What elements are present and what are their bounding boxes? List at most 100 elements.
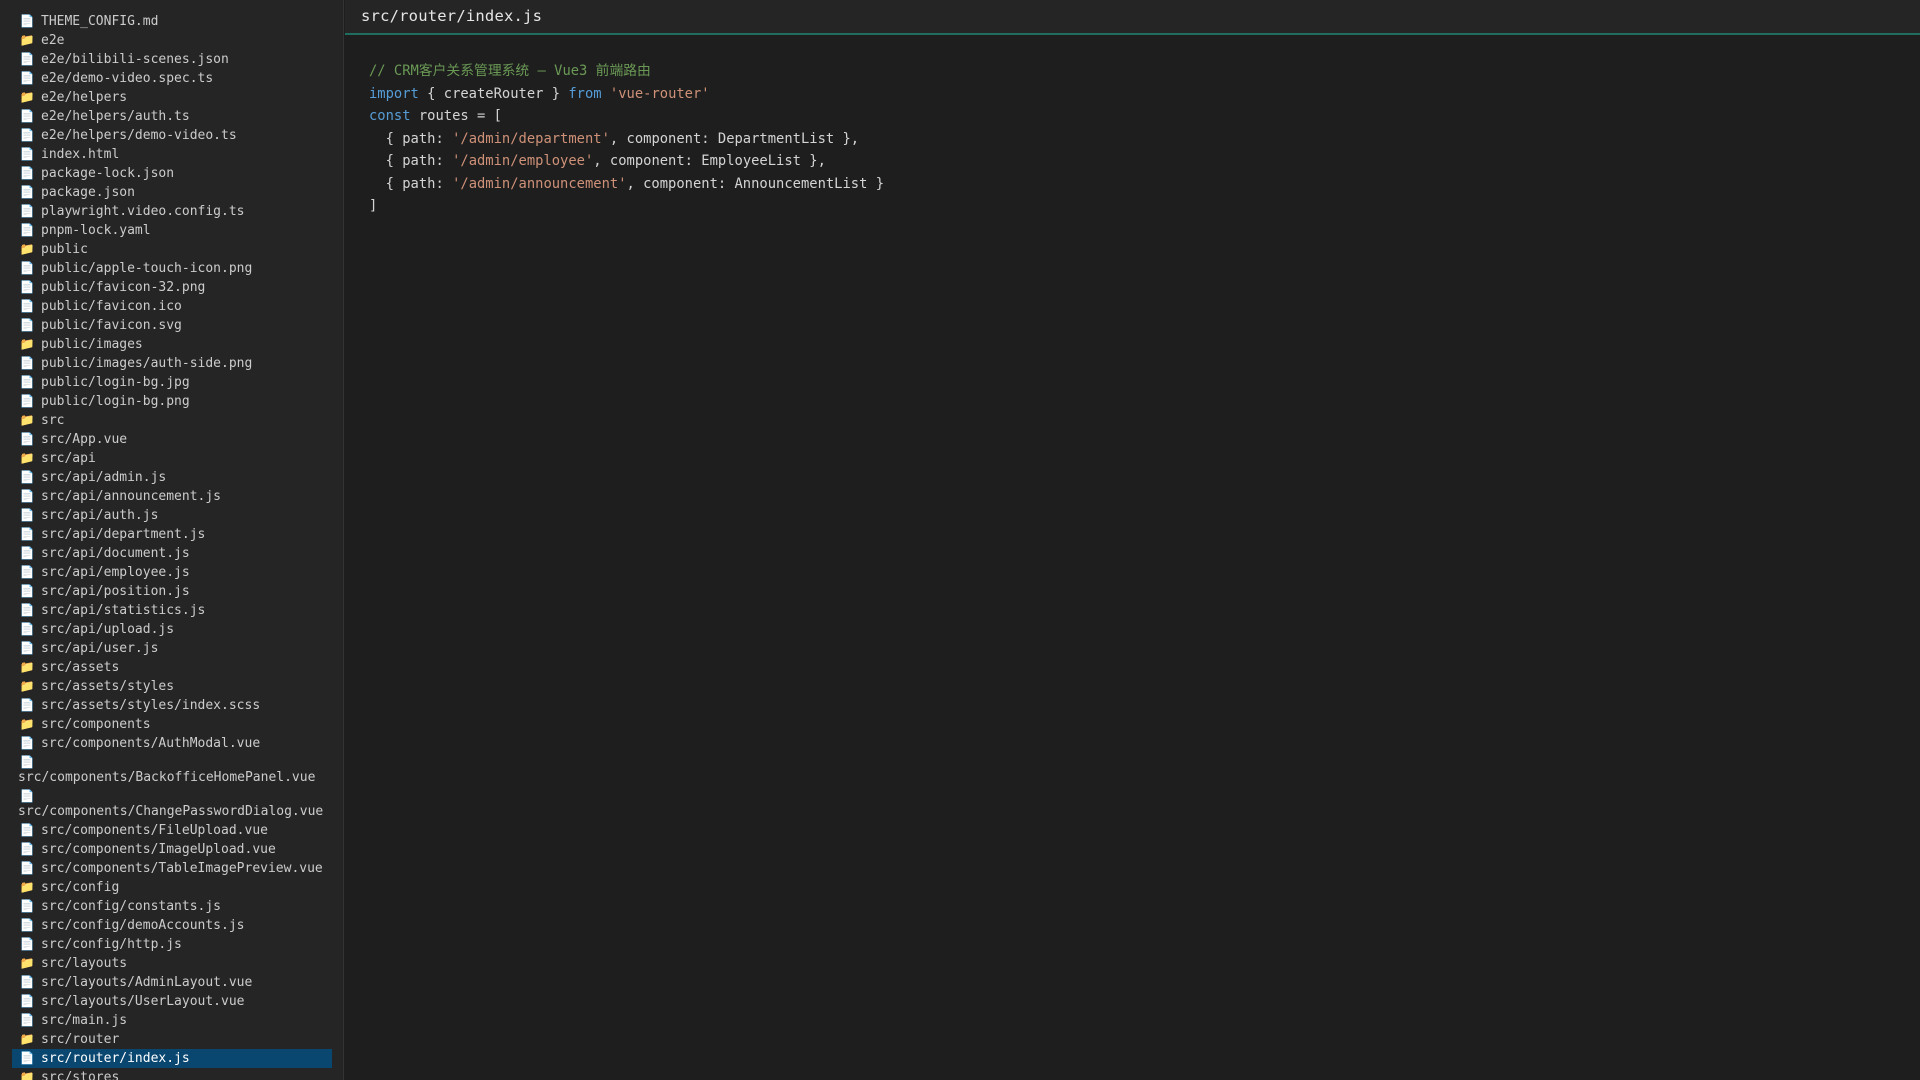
sidebar-file-item[interactable]: 📄 public/favicon-32.png bbox=[12, 278, 332, 297]
sidebar-item-label: src/layouts/AdminLayout.vue bbox=[41, 974, 253, 990]
file-icon: 📄 bbox=[19, 488, 35, 503]
sidebar-item-label: e2e/demo-video.spec.ts bbox=[41, 70, 214, 86]
file-icon: 📄 bbox=[19, 70, 35, 85]
code-token-keyword: import bbox=[369, 85, 419, 102]
sidebar-file-item[interactable]: 📄 package.json bbox=[12, 183, 332, 202]
sidebar-file-item[interactable]: 📄 public/favicon.svg bbox=[12, 316, 332, 335]
sidebar-folder-item[interactable]: 📁 src/api bbox=[12, 449, 332, 468]
sidebar-file-item[interactable]: 📄 src/config/http.js bbox=[12, 935, 332, 954]
sidebar-file-item[interactable]: 📄 public/apple-touch-icon.png bbox=[12, 259, 332, 278]
sidebar-item-label: src/layouts/UserLayout.vue bbox=[41, 993, 245, 1009]
sidebar-file-item[interactable]: 📄 package-lock.json bbox=[12, 164, 332, 183]
sidebar-item-label: src/config/demoAccounts.js bbox=[41, 917, 245, 933]
sidebar-folder-item[interactable]: 📁 src/router bbox=[12, 1030, 332, 1049]
file-icon: 📄 bbox=[19, 469, 35, 484]
sidebar-file-item[interactable]: 📄 src/config/constants.js bbox=[12, 897, 332, 916]
sidebar-file-item[interactable]: 📄 src/api/document.js bbox=[12, 544, 332, 563]
sidebar-item-label: e2e/bilibili-scenes.json bbox=[41, 51, 229, 67]
sidebar-folder-item[interactable]: 📁 src bbox=[12, 411, 332, 430]
sidebar-folder-item[interactable]: 📁 src/layouts bbox=[12, 954, 332, 973]
sidebar-item-label: e2e bbox=[41, 32, 65, 48]
code-content[interactable]: // CRM客户关系管理系统 — Vue3 前端路由 import { creat… bbox=[369, 60, 884, 218]
sidebar-file-item[interactable]: 📄 src/main.js bbox=[12, 1011, 332, 1030]
editor-app-window: 📄 THEME_CONFIG.md 📁 e2e 📄 e2e/bilibili-scenes… bbox=[0, 0, 1920, 1080]
sidebar-file-item[interactable]: 📄 src/layouts/AdminLayout.vue bbox=[12, 973, 332, 992]
sidebar-file-item[interactable]: 📄 playwright.video.config.ts bbox=[12, 202, 332, 221]
folder-icon: 📁 bbox=[19, 1069, 35, 1080]
sidebar-item-label: src/router/index.js bbox=[41, 1050, 190, 1066]
sidebar-file-item[interactable]: 📄 e2e/demo-video.spec.ts bbox=[12, 69, 332, 88]
sidebar-file-item[interactable]: 📄 src/router/index.js bbox=[12, 1048, 332, 1068]
code-token-plain: { path: bbox=[369, 153, 453, 169]
sidebar-folder-item[interactable]: 📁 public bbox=[12, 240, 332, 259]
file-icon: 📄 bbox=[19, 564, 35, 579]
sidebar-file-item[interactable]: 📄 src/layouts/UserLayout.vue bbox=[12, 992, 332, 1011]
sidebar-file-item[interactable]: 📄 public/images/auth-side.png bbox=[12, 354, 332, 373]
sidebar-item-label: public/apple-touch-icon.png bbox=[41, 260, 253, 276]
sidebar-folder-item[interactable]: 📁 src/assets/styles bbox=[12, 677, 332, 696]
sidebar-folder-item[interactable]: 📁 e2e bbox=[12, 31, 332, 50]
sidebar-item-label: src/main.js bbox=[41, 1012, 128, 1028]
sidebar-file-item[interactable]: 📄 src/api/announcement.js bbox=[12, 487, 332, 506]
sidebar-item-label: src/config/constants.js bbox=[41, 898, 222, 914]
sidebar-item-label: src/config/http.js bbox=[41, 936, 182, 952]
sidebar-item-label: public/login-bg.png bbox=[41, 393, 190, 409]
sidebar-file-item[interactable]: 📄 src/components/ChangePasswordDialog.vue bbox=[12, 787, 332, 821]
sidebar-file-item[interactable]: 📄 src/config/demoAccounts.js bbox=[12, 916, 332, 935]
file-icon: 📄 bbox=[19, 1050, 35, 1065]
sidebar-file-item[interactable]: 📄 src/components/AuthModal.vue bbox=[12, 734, 332, 753]
sidebar-file-item[interactable]: 📄 public/login-bg.png bbox=[12, 392, 332, 411]
sidebar-folder-item[interactable]: 📁 src/assets bbox=[12, 658, 332, 677]
file-icon: 📄 bbox=[19, 917, 35, 932]
sidebar-file-item[interactable]: 📄 e2e/helpers/demo-video.ts bbox=[12, 126, 332, 145]
sidebar-file-item[interactable]: 📄 public/favicon.ico bbox=[12, 297, 332, 316]
sidebar-file-item[interactable]: 📄 src/api/employee.js bbox=[12, 563, 332, 582]
code-token-plain: , component: DepartmentList }, bbox=[609, 130, 860, 147]
sidebar-file-item[interactable]: 📄 src/components/FileUpload.vue bbox=[12, 821, 332, 840]
folder-icon: 📁 bbox=[19, 716, 35, 731]
sidebar-file-item[interactable]: 📄 src/api/upload.js bbox=[12, 620, 332, 639]
sidebar-folder-item[interactable]: 📁 public/images bbox=[12, 335, 332, 354]
sidebar-file-item[interactable]: 📄 src/assets/styles/index.scss bbox=[12, 696, 332, 715]
sidebar-item-label: public/favicon.ico bbox=[41, 298, 182, 314]
sidebar-folder-item[interactable]: 📁 src/components bbox=[12, 715, 332, 734]
sidebar-folder-item[interactable]: 📁 e2e/helpers bbox=[12, 88, 332, 107]
sidebar-folder-item[interactable]: 📁 src/stores bbox=[12, 1068, 332, 1080]
sidebar-file-item[interactable]: 📄 src/components/BackofficeHomePanel.vue bbox=[12, 753, 332, 787]
sidebar-file-item[interactable]: 📄 src/App.vue bbox=[12, 430, 332, 449]
file-explorer-sidebar[interactable]: 📄 THEME_CONFIG.md 📁 e2e 📄 e2e/bilibili-scenes… bbox=[0, 0, 344, 1080]
sidebar-file-item[interactable]: 📄 THEME_CONFIG.md bbox=[12, 12, 332, 31]
sidebar-file-item[interactable]: 📄 e2e/helpers/auth.ts bbox=[12, 107, 332, 126]
sidebar-item-label: src/api bbox=[41, 450, 96, 466]
code-line: { path: '/admin/announcement', component… bbox=[369, 173, 884, 196]
sidebar-item-label: src/api/position.js bbox=[41, 583, 190, 599]
sidebar-file-item[interactable]: 📄 src/api/auth.js bbox=[12, 506, 332, 525]
sidebar-item-label: e2e/helpers bbox=[41, 89, 128, 105]
sidebar-file-item[interactable]: 📄 src/api/position.js bbox=[12, 582, 332, 601]
sidebar-file-item[interactable]: 📄 src/components/TableImagePreview.vue bbox=[12, 859, 332, 878]
sidebar-file-item[interactable]: 📄 pnpm-lock.yaml bbox=[12, 221, 332, 240]
sidebar-item-label: src/api/user.js bbox=[41, 640, 159, 656]
code-token-plain: , component: AnnouncementList } bbox=[626, 175, 885, 192]
file-icon: 📄 bbox=[19, 640, 35, 655]
sidebar-file-item[interactable]: 📄 src/api/statistics.js bbox=[12, 601, 332, 620]
sidebar-file-item[interactable]: 📄 index.html bbox=[12, 145, 332, 164]
sidebar-file-item[interactable]: 📄 e2e/bilibili-scenes.json bbox=[12, 50, 332, 69]
code-editor-pane[interactable]: src/router/index.js // CRM客户关系管理系统 — Vue… bbox=[345, 0, 1920, 1080]
code-line: { path: '/admin/employee', component: Em… bbox=[369, 150, 884, 173]
sidebar-item-label: src/api/statistics.js bbox=[41, 602, 206, 618]
sidebar-item-label: e2e/helpers/auth.ts bbox=[41, 108, 190, 124]
sidebar-file-item[interactable]: 📄 src/api/admin.js bbox=[12, 468, 332, 487]
sidebar-item-label: src/api/admin.js bbox=[41, 469, 167, 485]
file-icon: 📄 bbox=[19, 860, 35, 875]
folder-icon: 📁 bbox=[19, 32, 35, 47]
editor-tab[interactable]: src/router/index.js bbox=[345, 0, 1920, 35]
sidebar-item-label: src/assets bbox=[41, 659, 120, 675]
sidebar-file-item[interactable]: 📄 src/api/user.js bbox=[12, 639, 332, 658]
sidebar-file-item[interactable]: 📄 public/login-bg.jpg bbox=[12, 373, 332, 392]
sidebar-file-item[interactable]: 📄 src/components/ImageUpload.vue bbox=[12, 840, 332, 859]
code-token-plain: ] bbox=[369, 198, 378, 214]
sidebar-file-item[interactable]: 📄 src/api/department.js bbox=[12, 525, 332, 544]
code-token-plain: , component: EmployeeList }, bbox=[593, 153, 826, 169]
sidebar-folder-item[interactable]: 📁 src/config bbox=[12, 878, 332, 897]
